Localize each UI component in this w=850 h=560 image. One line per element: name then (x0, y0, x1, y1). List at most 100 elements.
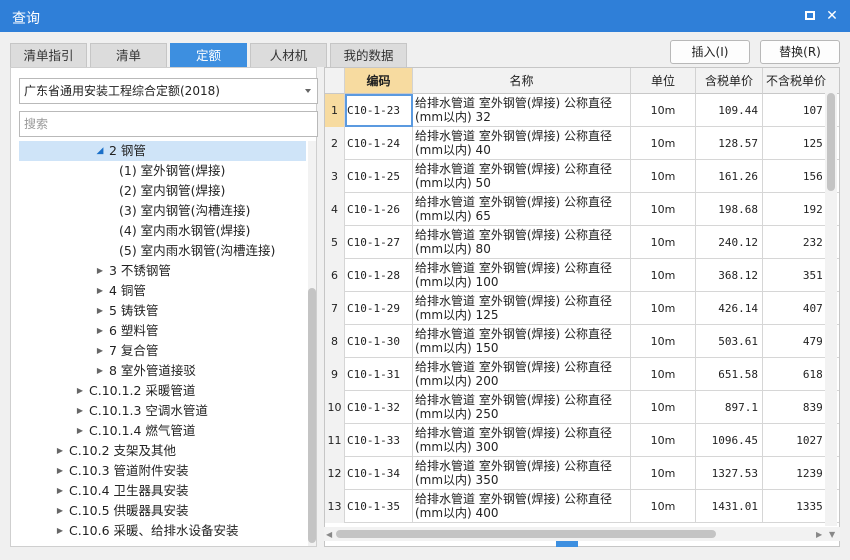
cell-unit[interactable]: 10m (631, 193, 696, 226)
row-number[interactable]: 9 (325, 358, 345, 391)
tree-item[interactable]: ▶ C.10.4 卫生器具安装 (19, 481, 306, 501)
cell-unit[interactable]: 10m (631, 358, 696, 391)
cell-name[interactable]: 给排水管道 室外钢管(焊接) 公称直径 (mm以内) 32 (413, 94, 631, 127)
quota-library-dropdown[interactable]: 广东省通用安装工程综合定额(2018) (19, 78, 318, 104)
scrollbar-thumb[interactable] (308, 288, 316, 543)
cell-name[interactable]: 给排水管道 室外钢管(焊接) 公称直径 (mm以内) 65 (413, 193, 631, 226)
expand-icon[interactable]: ▶ (95, 281, 105, 301)
expand-icon[interactable]: ▶ (75, 401, 85, 421)
cell-tax-price[interactable]: 651.58 (696, 358, 763, 391)
cell-code[interactable]: C10-1-23 (345, 94, 413, 127)
cell-unit[interactable]: 10m (631, 424, 696, 457)
cell-code[interactable]: C10-1-30 (345, 325, 413, 358)
grid-vertical-scrollbar[interactable] (825, 81, 837, 526)
close-icon[interactable]: ✕ (822, 6, 842, 26)
table-row[interactable]: 10 C10-1-32 给排水管道 室外钢管(焊接) 公称直径 (mm以内) 250 1… (325, 391, 839, 424)
tree-item[interactable]: (4) 室内雨水钢管(焊接) (19, 221, 306, 241)
table-row[interactable]: 8 C10-1-30 给排水管道 室外钢管(焊接) 公称直径 (mm以内) 150 10… (325, 325, 839, 358)
tree-item[interactable]: ▶ C.10.1.4 燃气管道 (19, 421, 306, 441)
tree-item[interactable]: ▶ 4 铜管 (19, 281, 306, 301)
column-header-code[interactable]: 编码 (345, 68, 413, 94)
cell-unit[interactable]: 10m (631, 325, 696, 358)
cell-name[interactable]: 给排水管道 室外钢管(焊接) 公称直径 (mm以内) 50 (413, 160, 631, 193)
tree-item[interactable]: ▶ 3 不锈钢管 (19, 261, 306, 281)
cell-unit[interactable]: 10m (631, 94, 696, 127)
scroll-down-icon[interactable]: ▼ (829, 530, 835, 539)
tree-item[interactable]: (1) 室外钢管(焊接) (19, 161, 306, 181)
tree-item[interactable]: ▶ 6 塑料管 (19, 321, 306, 341)
row-number[interactable]: 2 (325, 127, 345, 160)
tree-item[interactable]: ▶ C.10.1.2 采暖管道 (19, 381, 306, 401)
tree-item[interactable]: ◢ 2 钢管 (19, 141, 306, 161)
table-row[interactable]: 1 C10-1-23 给排水管道 室外钢管(焊接) 公称直径 (mm以内) 32 10m… (325, 94, 839, 127)
cell-code[interactable]: C10-1-26 (345, 193, 413, 226)
cell-name[interactable]: 给排水管道 室外钢管(焊接) 公称直径 (mm以内) 300 (413, 424, 631, 457)
cell-code[interactable]: C10-1-31 (345, 358, 413, 391)
row-number[interactable]: 11 (325, 424, 345, 457)
cell-unit[interactable]: 10m (631, 226, 696, 259)
tree-item[interactable]: ▶ 8 室外管道接驳 (19, 361, 306, 381)
tree-item[interactable]: (5) 室内雨水钢管(沟槽连接) (19, 241, 306, 261)
cell-name[interactable]: 给排水管道 室外钢管(焊接) 公称直径 (mm以内) 100 (413, 259, 631, 292)
expand-icon[interactable]: ▶ (95, 321, 105, 341)
table-row[interactable]: 13 C10-1-35 给排水管道 室外钢管(焊接) 公称直径 (mm以内) 400 1… (325, 490, 839, 523)
tab-bill-guide[interactable]: 清单指引 (10, 43, 87, 67)
table-row[interactable]: 4 C10-1-26 给排水管道 室外钢管(焊接) 公称直径 (mm以内) 65 10m… (325, 193, 839, 226)
cell-code[interactable]: C10-1-28 (345, 259, 413, 292)
row-number[interactable]: 4 (325, 193, 345, 226)
cell-tax-price[interactable]: 1431.01 (696, 490, 763, 523)
expand-icon[interactable]: ▶ (55, 461, 65, 481)
cell-unit[interactable]: 10m (631, 160, 696, 193)
table-row[interactable]: 11 C10-1-33 给排水管道 室外钢管(焊接) 公称直径 (mm以内) 300 1… (325, 424, 839, 457)
table-row[interactable]: 2 C10-1-24 给排水管道 室外钢管(焊接) 公称直径 (mm以内) 40 10m… (325, 127, 839, 160)
tree-item[interactable]: ▶ C.10.3 管道附件安装 (19, 461, 306, 481)
expand-icon[interactable]: ▶ (55, 521, 65, 541)
column-header-name[interactable]: 名称 (413, 68, 631, 94)
tree-item[interactable]: ▶ C.10.6 采暖、给排水设备安装 (19, 521, 306, 541)
search-input[interactable] (19, 111, 318, 137)
cell-code[interactable]: C10-1-32 (345, 391, 413, 424)
scroll-right-icon[interactable]: ▶ (816, 530, 822, 539)
table-row[interactable]: 7 C10-1-29 给排水管道 室外钢管(焊接) 公称直径 (mm以内) 125 10… (325, 292, 839, 325)
tree-item[interactable]: ▶ 5 铸铁管 (19, 301, 306, 321)
cell-unit[interactable]: 10m (631, 457, 696, 490)
cell-code[interactable]: C10-1-35 (345, 490, 413, 523)
row-number[interactable]: 6 (325, 259, 345, 292)
cell-tax-price[interactable]: 198.68 (696, 193, 763, 226)
cell-tax-price[interactable]: 240.12 (696, 226, 763, 259)
tree-scrollbar[interactable] (308, 141, 316, 546)
table-row[interactable]: 6 C10-1-28 给排水管道 室外钢管(焊接) 公称直径 (mm以内) 100 10… (325, 259, 839, 292)
cell-tax-price[interactable]: 503.61 (696, 325, 763, 358)
replace-button[interactable]: 替换(R) (760, 40, 840, 64)
cell-unit[interactable]: 10m (631, 259, 696, 292)
cell-tax-price[interactable]: 426.14 (696, 292, 763, 325)
grid-horizontal-scrollbar[interactable]: ◀ ▶ ▼ (324, 527, 840, 541)
tree-item[interactable]: ▶ C.10.2 支架及其他 (19, 441, 306, 461)
tab-my-data[interactable]: 我的数据 (330, 43, 407, 67)
tree-item[interactable]: ▶ 7 复合管 (19, 341, 306, 361)
expand-icon[interactable]: ▶ (95, 261, 105, 281)
table-row[interactable]: 5 C10-1-27 给排水管道 室外钢管(焊接) 公称直径 (mm以内) 80 10m… (325, 226, 839, 259)
cell-name[interactable]: 给排水管道 室外钢管(焊接) 公称直径 (mm以内) 150 (413, 325, 631, 358)
cell-code[interactable]: C10-1-24 (345, 127, 413, 160)
panel-splitter-handle[interactable] (556, 541, 578, 547)
tree-item[interactable]: ▶ C.10.5 供暖器具安装 (19, 501, 306, 521)
cell-tax-price[interactable]: 1096.45 (696, 424, 763, 457)
cell-code[interactable]: C10-1-29 (345, 292, 413, 325)
cell-name[interactable]: 给排水管道 室外钢管(焊接) 公称直径 (mm以内) 350 (413, 457, 631, 490)
cell-unit[interactable]: 10m (631, 127, 696, 160)
cell-unit[interactable]: 10m (631, 391, 696, 424)
cell-code[interactable]: C10-1-33 (345, 424, 413, 457)
tree-item[interactable]: (2) 室内钢管(焊接) (19, 181, 306, 201)
collapse-icon[interactable]: ◢ (95, 141, 105, 161)
expand-icon[interactable]: ▶ (95, 301, 105, 321)
insert-button[interactable]: 插入(I) (670, 40, 750, 64)
scrollbar-thumb[interactable] (336, 530, 716, 538)
row-number[interactable]: 5 (325, 226, 345, 259)
cell-name[interactable]: 给排水管道 室外钢管(焊接) 公称直径 (mm以内) 200 (413, 358, 631, 391)
tree-item[interactable]: (3) 室内钢管(沟槽连接) (19, 201, 306, 221)
row-number[interactable]: 13 (325, 490, 345, 523)
cell-unit[interactable]: 10m (631, 292, 696, 325)
cell-name[interactable]: 给排水管道 室外钢管(焊接) 公称直径 (mm以内) 250 (413, 391, 631, 424)
row-number[interactable]: 12 (325, 457, 345, 490)
